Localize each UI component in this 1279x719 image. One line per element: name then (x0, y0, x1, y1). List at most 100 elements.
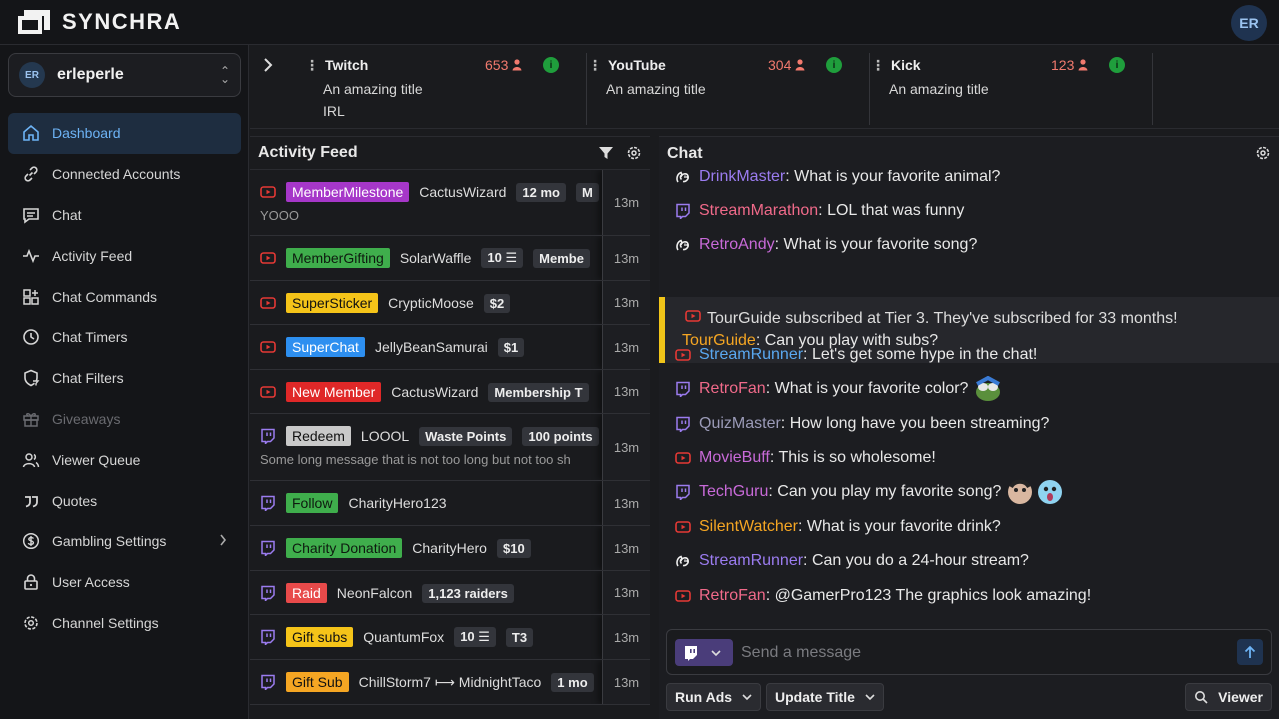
feed-row[interactable]: Follow CharityHero123 13m (250, 481, 650, 526)
chat-message[interactable]: RetroFan: @GamerPro123 The graphics look… (675, 583, 1091, 609)
gear-icon[interactable] (1255, 145, 1271, 161)
feed-row[interactable]: New Member CactusWizard Membership T 13m (250, 370, 650, 414)
app-logo[interactable]: SYNCHRA (16, 8, 181, 36)
chat-panel: Chat TourGuide subscribed at Tier 3. The… (659, 136, 1279, 719)
sidebar-item-viewer-queue[interactable]: Viewer Queue (8, 439, 241, 480)
chat-username[interactable]: TechGuru (699, 483, 768, 500)
sidebar-item-quotes[interactable]: Quotes (8, 480, 241, 521)
chat-message[interactable]: StreamRunner: Can you do a 24-hour strea… (675, 548, 1029, 574)
feed-row[interactable]: Gift subs QuantumFox 10 ☰ T3 13m (250, 615, 650, 660)
chat-message[interactable]: DrinkMaster: What is your favorite anima… (675, 170, 1000, 190)
event-time: 13m (602, 236, 650, 280)
event-username[interactable]: CharityHero (412, 540, 487, 556)
activity-feed-header: Activity Feed (250, 137, 650, 170)
sidebar-item-chat-commands[interactable]: Chat Commands (8, 276, 241, 317)
sidebar-item-label: Chat Commands (52, 288, 158, 305)
chat-username[interactable]: RetroFan (699, 587, 766, 604)
event-type-tag: Redeem (286, 426, 351, 446)
chat-username[interactable]: RetroFan (699, 380, 766, 397)
chat-message[interactable]: StreamMarathon: LOL that was funny (675, 198, 964, 224)
platform-select-button[interactable] (675, 639, 733, 666)
user-avatar[interactable]: ER (1231, 5, 1267, 41)
chat-message-input[interactable] (741, 640, 1221, 666)
chat-message[interactable]: QuizMaster: How long have you been strea… (675, 411, 1049, 437)
sidebar-item-label: Connected Accounts (52, 166, 181, 183)
drag-handle-icon[interactable]: ⋮ (871, 57, 885, 73)
sidebar-item-label: Gambling Settings (52, 533, 167, 550)
live-status-icon[interactable]: i (1109, 57, 1125, 73)
send-button[interactable] (1237, 639, 1263, 665)
youtube-icon (260, 250, 276, 266)
chat-username[interactable]: QuizMaster (699, 415, 781, 432)
sidebar-item-chat-filters[interactable]: Chat Filters (8, 358, 241, 399)
feed-row[interactable]: SuperChat JellyBeanSamurai $1 13m (250, 325, 650, 370)
event-username[interactable]: CharityHero123 (348, 495, 446, 511)
event-detail-chip: Waste Points (419, 426, 513, 446)
lock-icon (22, 573, 40, 591)
event-detail-chip: 100 points (522, 426, 599, 446)
event-username[interactable]: SolarWaffle (400, 250, 472, 266)
drag-handle-icon[interactable]: ⋮ (588, 57, 602, 73)
youtube-icon (675, 347, 691, 363)
expand-chevron-icon[interactable] (262, 57, 274, 78)
chat-username[interactable]: MovieBuff (699, 449, 770, 466)
live-status-icon[interactable]: i (826, 57, 842, 73)
viewer-button[interactable]: Viewer (1185, 683, 1272, 711)
chat-username[interactable]: StreamRunner (699, 346, 803, 363)
sidebar-item-channel-settings[interactable]: Channel Settings (8, 603, 241, 644)
sidebar-item-giveaways[interactable]: Giveaways (8, 399, 241, 440)
drag-handle-icon[interactable]: ⋮ (305, 57, 319, 73)
chat-message[interactable]: StreamRunner: Let's get some hype in the… (675, 342, 1037, 368)
event-username[interactable]: JellyBeanSamurai (375, 339, 488, 355)
sidebar-item-label: Viewer Queue (52, 451, 141, 468)
gear-icon[interactable] (626, 145, 642, 161)
chat-username[interactable]: StreamMarathon (699, 202, 818, 219)
event-username[interactable]: CactusWizard (391, 384, 478, 400)
run-ads-button[interactable]: Run Ads (666, 683, 762, 711)
feed-row[interactable]: Redeem LOOOL Waste Points 100 points Some lo… (250, 414, 650, 481)
event-username[interactable]: ChillStorm7 ⟼ MidnightTaco (359, 674, 542, 691)
event-username[interactable]: QuantumFox (363, 629, 444, 645)
kick-icon (675, 553, 691, 569)
chat-username[interactable]: StreamRunner (699, 552, 803, 569)
sidebar-item-connected-accounts[interactable]: Connected Accounts (8, 154, 241, 195)
chat-username[interactable]: RetroAndy (699, 236, 775, 253)
chat-username[interactable]: SilentWatcher (699, 518, 798, 535)
sidebar-item-dashboard[interactable]: Dashboard (8, 113, 241, 154)
sidebar-item-gambling-settings[interactable]: Gambling Settings (8, 521, 241, 562)
chat-message[interactable]: SilentWatcher: What is your favorite dri… (675, 514, 1001, 540)
event-username[interactable]: NeonFalcon (337, 585, 413, 601)
sidebar-item-user-access[interactable]: User Access (8, 562, 241, 603)
twitch-icon (675, 484, 691, 500)
feed-row[interactable]: Charity Donation CharityHero $10 13m (250, 526, 650, 571)
sidebar-item-chat[interactable]: Chat (8, 195, 241, 236)
event-username[interactable]: CactusWizard (419, 184, 506, 200)
feed-row[interactable]: SuperSticker CrypticMoose $2 13m (250, 281, 650, 325)
live-status-icon[interactable]: i (543, 57, 559, 73)
chat-username[interactable]: DrinkMaster (699, 170, 785, 185)
event-type-tag: Charity Donation (286, 538, 403, 558)
feed-row[interactable]: MemberGifting SolarWaffle 10 ☰ Membe 13m (250, 236, 650, 281)
chat-message[interactable]: TechGuru: Can you play my favorite song? (675, 479, 1063, 505)
twitch-icon (260, 585, 276, 601)
chat-message[interactable]: RetroFan: What is your favorite color? (675, 376, 1002, 402)
youtube-icon (675, 588, 691, 604)
update-title-button[interactable]: Update Title (766, 683, 884, 711)
run-ads-label: Run Ads (675, 689, 733, 705)
chat-message[interactable]: MovieBuff: This is so wholesome! (675, 445, 936, 471)
account-selector[interactable]: ER erleperle ⌃ ⌄ (8, 53, 241, 97)
feed-row[interactable]: Gift Sub ChillStorm7 ⟼ MidnightTaco 1 mo 13… (250, 660, 650, 705)
platform-card-kick[interactable]: ⋮ Kick 123 i An amazing title (871, 53, 1153, 125)
platform-card-twitch[interactable]: ⋮ Twitch 653 i An amazing title IRL (305, 53, 587, 125)
platform-card-youtube[interactable]: ⋮ YouTube 304 i An amazing title (588, 53, 870, 125)
feed-row[interactable]: Raid NeonFalcon 1,123 raiders 13m (250, 571, 650, 615)
event-username[interactable]: CrypticMoose (388, 295, 474, 311)
sidebar-item-chat-timers[interactable]: Chat Timers (8, 317, 241, 358)
users-icon (22, 451, 40, 469)
event-username[interactable]: LOOOL (361, 428, 409, 444)
sidebar-item-activity-feed[interactable]: Activity Feed (8, 235, 241, 276)
feed-row[interactable]: MemberMilestone CactusWizard 12 mo M YOOO 13m (250, 170, 650, 236)
chat-message[interactable]: RetroAndy: What is your favorite song? (675, 232, 977, 258)
filter-icon[interactable] (598, 145, 614, 161)
event-message: Some long message that is not too long b… (260, 452, 571, 467)
